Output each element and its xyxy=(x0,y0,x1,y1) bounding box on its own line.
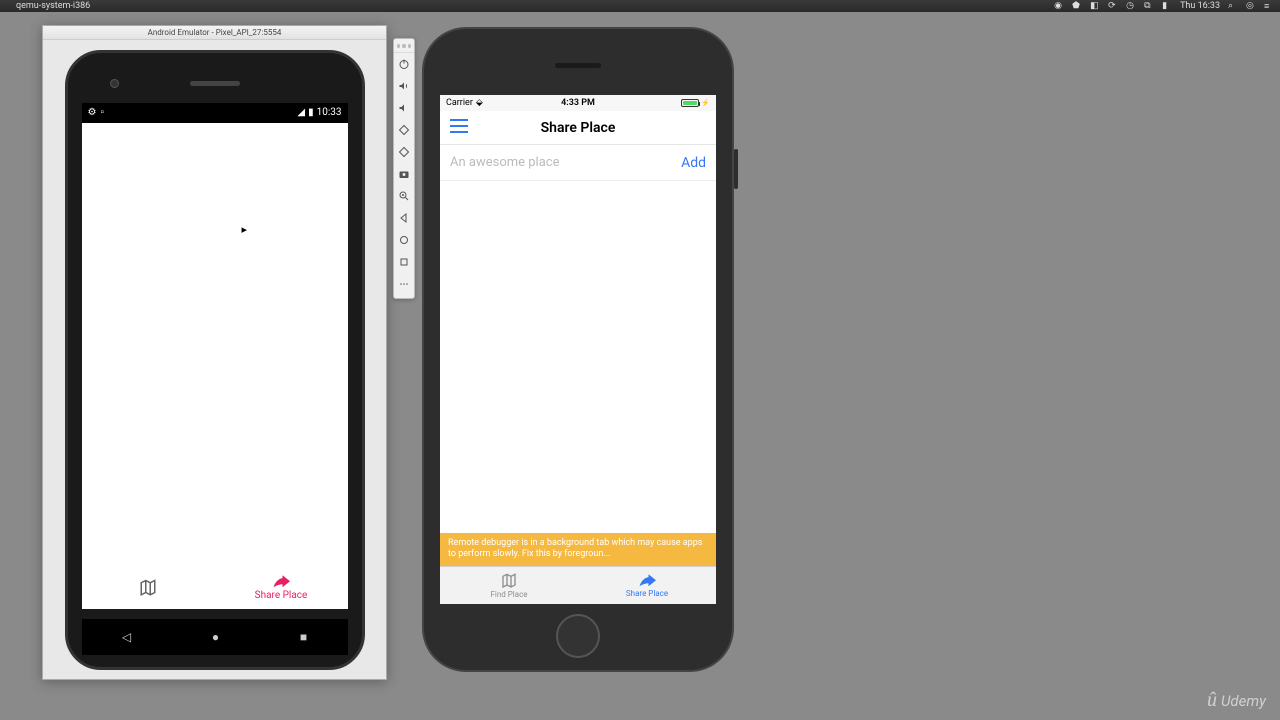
iphone-device-frame: Carrier ⬙ 4:33 PM ⚡ Share Place Add Remo… xyxy=(422,27,734,672)
emu-overview-button[interactable] xyxy=(394,251,414,273)
control-center-icon[interactable]: ◎ xyxy=(1246,1,1256,11)
udemy-watermark: û Udemy xyxy=(1207,689,1266,712)
debug-icon: ▫ xyxy=(100,107,104,118)
menu-button[interactable] xyxy=(450,118,468,137)
share-icon xyxy=(638,574,656,588)
android-statusbar: ⚙ ▫ ◢ ▮ 10:33 xyxy=(82,103,348,123)
menubar-icon[interactable]: ⬟ xyxy=(1072,1,1082,11)
ios-navbar: Share Place xyxy=(440,111,716,145)
android-tabbar: Share Place xyxy=(82,567,348,609)
place-name-input[interactable] xyxy=(450,155,673,170)
notifications-icon[interactable]: ≡ xyxy=(1264,1,1274,11)
tab-find-place[interactable]: Find Place xyxy=(440,567,578,604)
ios-statusbar: Carrier ⬙ 4:33 PM ⚡ xyxy=(440,95,716,111)
battery-icon[interactable]: ▮ xyxy=(1162,1,1172,11)
android-emulator-window: Android Emulator - Pixel_API_27:5554 ⚙ ▫… xyxy=(42,25,387,680)
nav-back-icon[interactable]: ◁ xyxy=(122,630,131,644)
add-button[interactable]: Add xyxy=(673,155,706,171)
place-input-row: Add xyxy=(440,145,716,181)
menubar-icon[interactable]: ◷ xyxy=(1126,1,1136,11)
battery-icon: ▮ xyxy=(308,107,314,118)
udemy-logo-icon: û xyxy=(1207,689,1217,712)
android-screen: ⚙ ▫ ◢ ▮ 10:33 ▸ xyxy=(82,103,348,609)
device-speaker xyxy=(190,81,240,86)
emu-camera-button[interactable] xyxy=(394,163,414,185)
emulator-toolbar xyxy=(393,38,415,299)
home-button[interactable] xyxy=(556,614,600,658)
menubar-clock[interactable]: Thu 16:33 xyxy=(1180,1,1220,11)
nav-title: Share Place xyxy=(440,120,716,136)
battery-icon xyxy=(681,99,699,107)
nav-home-icon[interactable]: ● xyxy=(212,630,219,644)
menubar-app-name[interactable]: qemu-system-i386 xyxy=(16,1,90,11)
cursor: ▸ xyxy=(242,223,248,236)
emu-volume-down-button[interactable] xyxy=(394,97,414,119)
debugger-warning: Remote debugger is in a background tab w… xyxy=(440,533,716,566)
menubar-icon[interactable]: ◉ xyxy=(1054,1,1064,11)
android-app-content[interactable]: ▸ xyxy=(82,123,348,567)
emu-more-button[interactable] xyxy=(394,273,414,295)
emu-rotate-left-button[interactable] xyxy=(394,119,414,141)
emu-rotate-right-button[interactable] xyxy=(394,141,414,163)
tab-share-place[interactable]: Share Place xyxy=(578,567,716,604)
emu-zoom-button[interactable] xyxy=(394,185,414,207)
statusbar-time: 10:33 xyxy=(317,107,342,118)
share-icon xyxy=(272,575,290,589)
emu-home-button[interactable] xyxy=(394,229,414,251)
statusbar-time: 4:33 PM xyxy=(440,98,716,108)
tab-label: Share Place xyxy=(626,589,668,598)
emu-volume-up-button[interactable] xyxy=(394,75,414,97)
device-camera xyxy=(110,79,119,88)
map-icon xyxy=(500,573,518,589)
wifi-icon[interactable]: ⧉ xyxy=(1144,1,1154,11)
ios-screen: Carrier ⬙ 4:33 PM ⚡ Share Place Add Remo… xyxy=(440,95,716,604)
search-icon[interactable]: ⌕ xyxy=(1228,1,1238,11)
settings-icon: ⚙ xyxy=(88,107,97,118)
signal-icon: ◢ xyxy=(297,107,305,118)
udemy-label: Udemy xyxy=(1221,692,1266,710)
hamburger-icon xyxy=(450,119,468,133)
ios-tabbar: Find Place Share Place xyxy=(440,566,716,604)
emu-power-button[interactable] xyxy=(394,53,414,75)
macos-menubar: qemu-system-i386 ◉ ⬟ ◧ ⟳ ◷ ⧉ ▮ Thu 16:33… xyxy=(0,0,1280,12)
map-icon xyxy=(139,579,157,597)
tab-share-place[interactable]: Share Place xyxy=(215,567,348,609)
toolbar-window-controls[interactable] xyxy=(394,42,414,53)
tab-label: Share Place xyxy=(255,590,308,601)
emu-back-button[interactable] xyxy=(394,207,414,229)
pixel-device-frame: ⚙ ▫ ◢ ▮ 10:33 ▸ xyxy=(65,50,365,670)
menubar-icon[interactable]: ⟳ xyxy=(1108,1,1118,11)
android-navbar: ◁ ● ■ xyxy=(82,619,348,655)
emulator-titlebar[interactable]: Android Emulator - Pixel_API_27:5554 xyxy=(43,26,386,40)
menubar-icon[interactable]: ◧ xyxy=(1090,1,1100,11)
tab-label: Find Place xyxy=(490,590,527,599)
nav-overview-icon[interactable]: ■ xyxy=(300,630,307,644)
device-speaker xyxy=(555,63,601,68)
tab-find-place[interactable] xyxy=(82,567,215,609)
